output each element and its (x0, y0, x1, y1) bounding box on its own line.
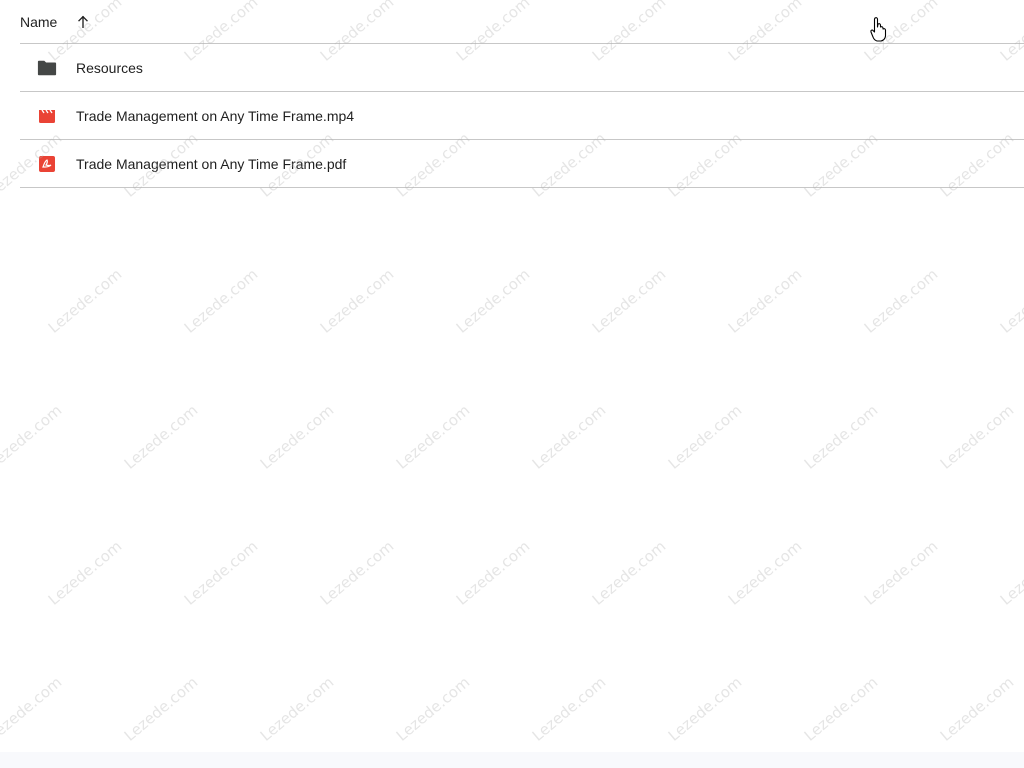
watermark-text: Lezede.com (860, 537, 942, 609)
watermark-text: Lezede.com (316, 537, 398, 609)
watermark-text: Lezede.com (120, 401, 202, 473)
file-list: Name Resources Trade Management on Any T… (20, 0, 1024, 188)
watermark-text: Lezede.com (936, 401, 1018, 473)
watermark-text: Lezede.com (664, 673, 746, 745)
watermark-text: Lezede.com (316, 265, 398, 337)
bottom-strip (0, 752, 1024, 768)
watermark-text: Lezede.com (936, 673, 1018, 745)
file-name: Trade Management on Any Time Frame.pdf (76, 155, 347, 172)
watermark-text: Lezede.com (528, 401, 610, 473)
watermark-text: Lezede.com (44, 265, 126, 337)
file-row-pdf[interactable]: Trade Management on Any Time Frame.pdf (20, 140, 1024, 188)
folder-icon (37, 58, 57, 78)
watermark-text: Lezede.com (120, 673, 202, 745)
file-row-mp4[interactable]: Trade Management on Any Time Frame.mp4 (20, 92, 1024, 140)
file-name: Trade Management on Any Time Frame.mp4 (76, 107, 355, 124)
watermark-text: Lezede.com (44, 537, 126, 609)
watermark-text: Lezede.com (0, 401, 66, 473)
arrow-up-icon[interactable] (71, 10, 95, 34)
list-header: Name (20, 0, 1024, 44)
watermark-text: Lezede.com (724, 537, 806, 609)
file-name: Resources (76, 59, 143, 76)
watermark-text: Lezede.com (996, 265, 1024, 337)
watermark-text: Lezede.com (800, 673, 882, 745)
watermark-text: Lezede.com (392, 401, 474, 473)
watermark-text: Lezede.com (452, 537, 534, 609)
video-icon (37, 106, 57, 126)
watermark-text: Lezede.com (256, 673, 338, 745)
watermark-text: Lezede.com (0, 673, 66, 745)
watermark-text: Lezede.com (724, 265, 806, 337)
file-row-resources[interactable]: Resources (20, 44, 1024, 92)
watermark-text: Lezede.com (180, 265, 262, 337)
watermark-text: Lezede.com (452, 265, 534, 337)
watermark-text: Lezede.com (392, 673, 474, 745)
watermark-text: Lezede.com (256, 401, 338, 473)
watermark-text: Lezede.com (860, 265, 942, 337)
watermark-text: Lezede.com (180, 537, 262, 609)
name-column-header[interactable]: Name (20, 14, 57, 30)
pdf-icon (37, 154, 57, 174)
watermark-text: Lezede.com (588, 265, 670, 337)
watermark-text: Lezede.com (996, 537, 1024, 609)
watermark-text: Lezede.com (664, 401, 746, 473)
watermark-text: Lezede.com (588, 537, 670, 609)
watermark-text: Lezede.com (528, 673, 610, 745)
watermark-text: Lezede.com (800, 401, 882, 473)
